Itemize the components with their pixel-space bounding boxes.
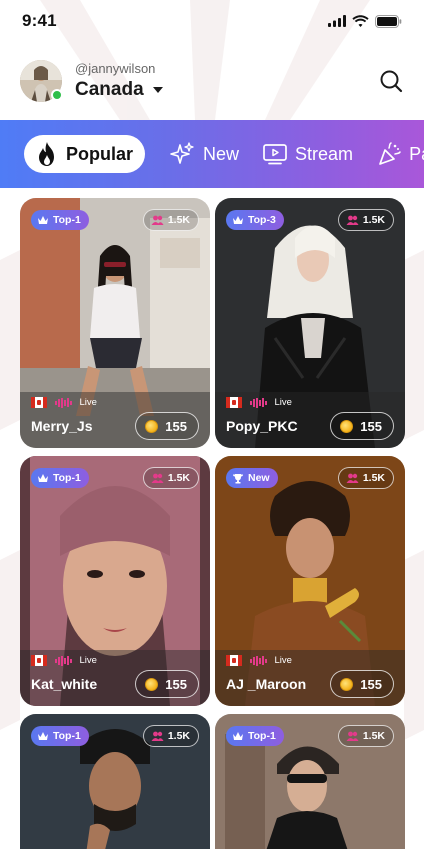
country-selector[interactable]: Canada [75, 79, 164, 101]
viewers-icon [151, 731, 164, 741]
streamer-name: Kat_white [31, 676, 98, 692]
viewers-badge: 1.5K [337, 209, 394, 231]
tab-popular[interactable]: Popular [24, 135, 146, 173]
crown-icon [38, 732, 48, 740]
live-card[interactable]: Top-1 1.5K [20, 714, 210, 849]
tab-stream-label: Stream [295, 143, 354, 164]
live-indicator: Live [226, 397, 292, 408]
rank-badge: Top-1 [31, 468, 89, 488]
tab-popular-label: Popular [66, 143, 134, 164]
crown-icon [233, 216, 243, 224]
trophy-icon [233, 473, 243, 483]
canada-flag-icon [31, 655, 47, 666]
status-time: 9:41 [22, 11, 57, 30]
category-tabs: Popular New Stream Pa [0, 120, 424, 188]
coins-badge[interactable]: 155 [135, 670, 199, 698]
country-label: Canada [75, 79, 144, 100]
cellular-signal-icon [328, 15, 346, 27]
live-card[interactable]: Top-1 1.5K [215, 714, 405, 849]
streamer-name: Popy_PKC [226, 418, 298, 434]
party-popper-icon [379, 142, 401, 165]
live-indicator: Live [31, 655, 97, 666]
canada-flag-icon [226, 655, 242, 666]
live-card[interactable]: New 1.5K Live AJ _Maroon 155 [215, 456, 405, 706]
audio-bars-icon [250, 655, 267, 666]
user-handle: @jannywilson [75, 61, 156, 76]
canada-flag-icon [31, 397, 47, 408]
coins-badge[interactable]: 155 [330, 670, 394, 698]
wifi-icon [352, 15, 369, 27]
profile-header: @jannywilson Canada [20, 56, 404, 106]
search-icon [380, 70, 403, 93]
crown-icon [38, 216, 48, 224]
coins-badge[interactable]: 155 [135, 412, 199, 440]
rank-badge: Top-1 [31, 726, 89, 746]
status-bar: 9:41 [0, 0, 424, 42]
battery-icon [375, 14, 402, 28]
audio-bars-icon [55, 655, 72, 666]
viewers-icon [151, 215, 164, 225]
live-card[interactable]: Top-3 1.5K Live Popy_PKC 155 [215, 198, 405, 448]
live-card[interactable]: Top-1 1.5K Live Kat_white 155 [20, 456, 210, 706]
crown-icon [233, 732, 243, 740]
viewers-badge: 1.5K [142, 467, 199, 489]
live-indicator: Live [226, 655, 292, 666]
viewers-icon [346, 731, 359, 741]
streamer-name: AJ _Maroon [226, 676, 307, 692]
tab-party[interactable]: Pa [377, 135, 424, 173]
rank-badge: Top-1 [226, 726, 284, 746]
canada-flag-icon [226, 397, 242, 408]
search-button[interactable] [378, 68, 404, 94]
audio-bars-icon [55, 397, 72, 408]
live-grid: Top-1 1.5K Live Merry_Js 155 Top-3 1.5K … [20, 198, 405, 849]
online-status-dot [51, 89, 63, 101]
coins-badge[interactable]: 155 [330, 412, 394, 440]
live-indicator: Live [31, 397, 97, 408]
caret-down-icon [152, 87, 163, 93]
viewers-badge: 1.5K [142, 725, 199, 747]
tab-party-label: Pa [409, 143, 424, 164]
status-icons [328, 14, 402, 28]
viewers-icon [346, 215, 359, 225]
coin-icon [145, 677, 159, 691]
coin-icon [340, 677, 354, 691]
viewers-icon [346, 473, 359, 483]
sparkle-icon [170, 142, 194, 164]
coin-icon [145, 419, 159, 433]
tab-new[interactable]: New [169, 135, 239, 173]
streamer-name: Merry_Js [31, 418, 93, 434]
avatar[interactable] [20, 60, 63, 102]
viewers-icon [151, 473, 164, 483]
live-card[interactable]: Top-1 1.5K Live Merry_Js 155 [20, 198, 210, 448]
stream-icon [263, 144, 287, 165]
tab-stream[interactable]: Stream [263, 135, 353, 173]
viewers-badge: 1.5K [142, 209, 199, 231]
viewers-badge: 1.5K [337, 467, 394, 489]
fire-icon [39, 142, 54, 166]
audio-bars-icon [250, 397, 267, 408]
tab-new-label: New [203, 143, 240, 164]
rank-badge: New [226, 468, 278, 488]
coin-icon [340, 419, 354, 433]
crown-icon [38, 474, 48, 482]
viewers-badge: 1.5K [337, 725, 394, 747]
rank-badge: Top-1 [31, 210, 89, 230]
rank-badge: Top-3 [226, 210, 284, 230]
